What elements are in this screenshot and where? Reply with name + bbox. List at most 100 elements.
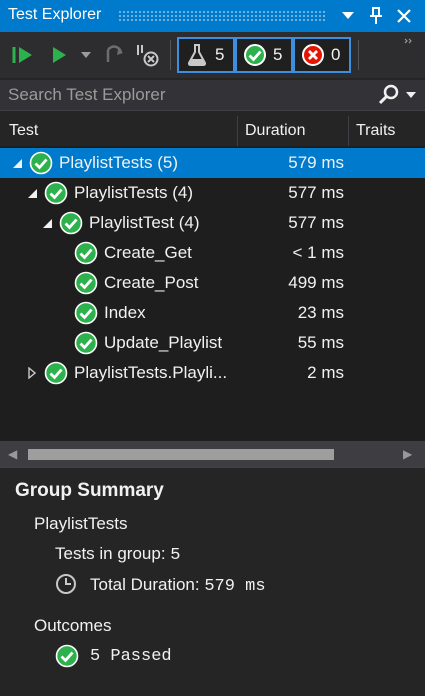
expander-icon[interactable] <box>11 156 23 170</box>
column-header-row: Test Duration Traits <box>0 116 425 146</box>
test-tree: PlaylistTests (5) 579 ms PlaylistTests (… <box>0 146 425 441</box>
tree-row[interactable]: PlaylistTests (4) 577 ms <box>0 178 425 208</box>
search-bar <box>0 80 425 111</box>
dropdown-arrow-icon <box>342 12 354 19</box>
run-button[interactable] <box>46 42 72 68</box>
tests-in-group-label: Tests in group: <box>55 544 166 563</box>
test-name: PlaylistTest (4) <box>89 213 200 232</box>
chevron-down-icon <box>406 92 416 98</box>
passed-icon <box>44 361 68 385</box>
tree-row[interactable]: PlaylistTests.Playli... 2 ms <box>0 358 425 388</box>
column-header-traits[interactable]: Traits <box>356 122 395 140</box>
passed-icon <box>29 151 53 175</box>
run-all-icon <box>12 47 32 63</box>
column-header-test[interactable]: Test <box>9 122 38 140</box>
horizontal-scrollbar[interactable]: ◀ ▶ <box>0 441 425 467</box>
expander-icon <box>56 306 68 320</box>
passed-icon <box>44 181 68 205</box>
passed-icon <box>74 301 98 325</box>
chevron-down-icon <box>81 52 91 58</box>
overflow-icon <box>404 38 412 44</box>
passed-icon <box>74 271 98 295</box>
filter-total-button[interactable]: 5 <box>177 37 235 73</box>
tree-row[interactable]: Create_Get < 1 ms <box>0 238 425 268</box>
passed-icon <box>59 211 83 235</box>
passed-icon <box>74 241 98 265</box>
toolbar-overflow-button[interactable] <box>402 36 416 48</box>
tests-in-group-value: 5 <box>170 546 181 565</box>
clock-icon <box>56 574 76 594</box>
title-bar: Test Explorer <box>0 0 425 32</box>
tests-in-group: Tests in group: 5 <box>55 544 181 565</box>
test-duration: 499 ms <box>288 273 344 292</box>
window-title: Test Explorer <box>8 6 102 23</box>
tree-row[interactable]: PlaylistTests (5) 579 ms <box>0 148 425 178</box>
toolbar-separator <box>358 40 359 70</box>
passed-icon <box>74 331 98 355</box>
search-input[interactable] <box>0 80 372 110</box>
outcomes-label: Outcomes <box>34 616 112 635</box>
expander-icon[interactable] <box>26 186 38 200</box>
cancel-button[interactable] <box>134 42 160 68</box>
test-duration: 577 ms <box>288 213 344 232</box>
run-dropdown-button[interactable] <box>78 42 94 68</box>
expander-icon <box>56 276 68 290</box>
passed-count-text: 5 Passed <box>90 647 172 666</box>
filter-failed-count: 0 <box>331 45 341 64</box>
summary-heading: Group Summary <box>15 480 164 501</box>
expander-icon[interactable] <box>26 366 38 380</box>
tree-row[interactable]: Index 23 ms <box>0 298 425 328</box>
tree-row[interactable]: PlaylistTest (4) 577 ms <box>0 208 425 238</box>
passed-icon <box>55 644 79 668</box>
test-name: Update_Playlist <box>104 333 223 352</box>
test-name: Index <box>104 303 146 322</box>
total-duration-text: Total Duration: 579 ms <box>90 575 266 596</box>
test-duration: 55 ms <box>297 333 344 352</box>
column-divider[interactable] <box>237 116 238 146</box>
scroll-right-icon[interactable]: ▶ <box>403 447 412 461</box>
test-name: Create_Post <box>104 273 199 292</box>
tree-row[interactable]: Create_Post 499 ms <box>0 268 425 298</box>
group-summary-panel: Group Summary PlaylistTests Tests in gro… <box>0 467 425 696</box>
column-divider[interactable] <box>348 116 349 146</box>
test-duration: 579 ms <box>288 153 344 172</box>
close-icon <box>397 9 411 23</box>
pin-button[interactable] <box>366 6 386 26</box>
scrollbar-thumb[interactable] <box>28 449 334 460</box>
test-name: PlaylistTests.Playli... <box>74 363 228 382</box>
cancel-icon <box>137 45 159 67</box>
pin-icon <box>370 7 382 24</box>
filter-total-count: 5 <box>215 45 225 64</box>
scroll-left-icon[interactable]: ◀ <box>8 447 17 461</box>
search-icon <box>378 84 399 105</box>
refresh-icon <box>106 45 123 62</box>
filter-passed-count: 5 <box>273 45 283 64</box>
filter-passed-button[interactable]: 5 <box>235 37 293 73</box>
total-duration-value: 579 ms <box>204 577 266 596</box>
summary-group-name: PlaylistTests <box>34 514 128 533</box>
expander-icon <box>56 336 68 350</box>
run-icon <box>53 47 66 63</box>
test-name: PlaylistTests (5) <box>59 153 179 172</box>
filter-failed-button[interactable]: 0 <box>293 37 351 73</box>
failed-icon <box>302 44 324 66</box>
search-options-button[interactable] <box>404 88 418 102</box>
flask-icon <box>187 44 207 66</box>
tree-row[interactable]: Update_Playlist 55 ms <box>0 328 425 358</box>
expander-icon <box>56 246 68 260</box>
expander-icon[interactable] <box>41 216 53 230</box>
test-name: Create_Get <box>104 243 192 262</box>
run-all-button[interactable] <box>10 42 36 68</box>
test-duration: 23 ms <box>297 303 344 322</box>
drag-grip[interactable] <box>118 10 326 22</box>
refresh-button[interactable] <box>102 42 128 68</box>
passed-icon <box>244 44 266 66</box>
close-button[interactable] <box>394 6 414 26</box>
window-menu-button[interactable] <box>338 6 358 26</box>
test-duration: 2 ms <box>307 363 344 382</box>
column-header-duration[interactable]: Duration <box>245 122 305 140</box>
test-duration: 577 ms <box>288 183 344 202</box>
test-name: PlaylistTests (4) <box>74 183 194 202</box>
search-button[interactable] <box>378 84 400 106</box>
toolbar-separator <box>170 40 171 70</box>
